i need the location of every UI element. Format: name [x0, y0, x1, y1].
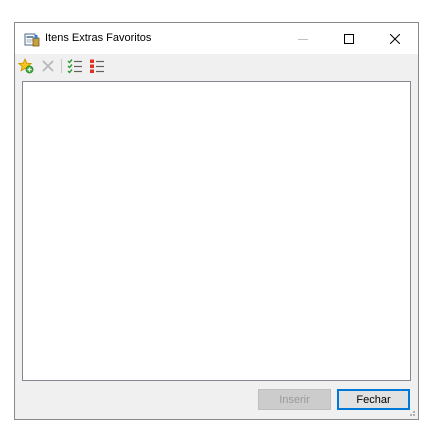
- maximize-button[interactable]: [326, 23, 372, 54]
- window-title: Itens Extras Favoritos: [45, 32, 152, 44]
- close-button[interactable]: Fechar: [337, 389, 410, 410]
- delete-x-icon: [42, 60, 54, 72]
- uncheck-all-button[interactable]: [88, 57, 106, 75]
- delete-button[interactable]: [39, 57, 57, 75]
- toolbar: [15, 54, 418, 78]
- check-all-button[interactable]: [66, 57, 84, 75]
- uncheck-list-icon: [90, 59, 104, 73]
- minimize-button[interactable]: [280, 23, 326, 54]
- star-add-icon: [18, 58, 34, 74]
- favorites-list[interactable]: [22, 81, 411, 381]
- title-bar[interactable]: Itens Extras Favoritos: [15, 23, 418, 54]
- app-icon: [24, 33, 40, 47]
- close-icon: [390, 33, 400, 44]
- minimize-icon: [298, 38, 308, 40]
- check-list-icon: [67, 59, 82, 74]
- close-window-button[interactable]: [372, 23, 418, 54]
- add-favorite-button[interactable]: [17, 57, 35, 75]
- insert-button[interactable]: Inserir: [258, 389, 331, 410]
- toolbar-separator: [61, 59, 62, 73]
- maximize-icon: [344, 33, 354, 44]
- resize-grip-icon[interactable]: [406, 407, 416, 417]
- favorites-dialog: Itens Extras Favoritos Inserir Fechar: [14, 22, 419, 420]
